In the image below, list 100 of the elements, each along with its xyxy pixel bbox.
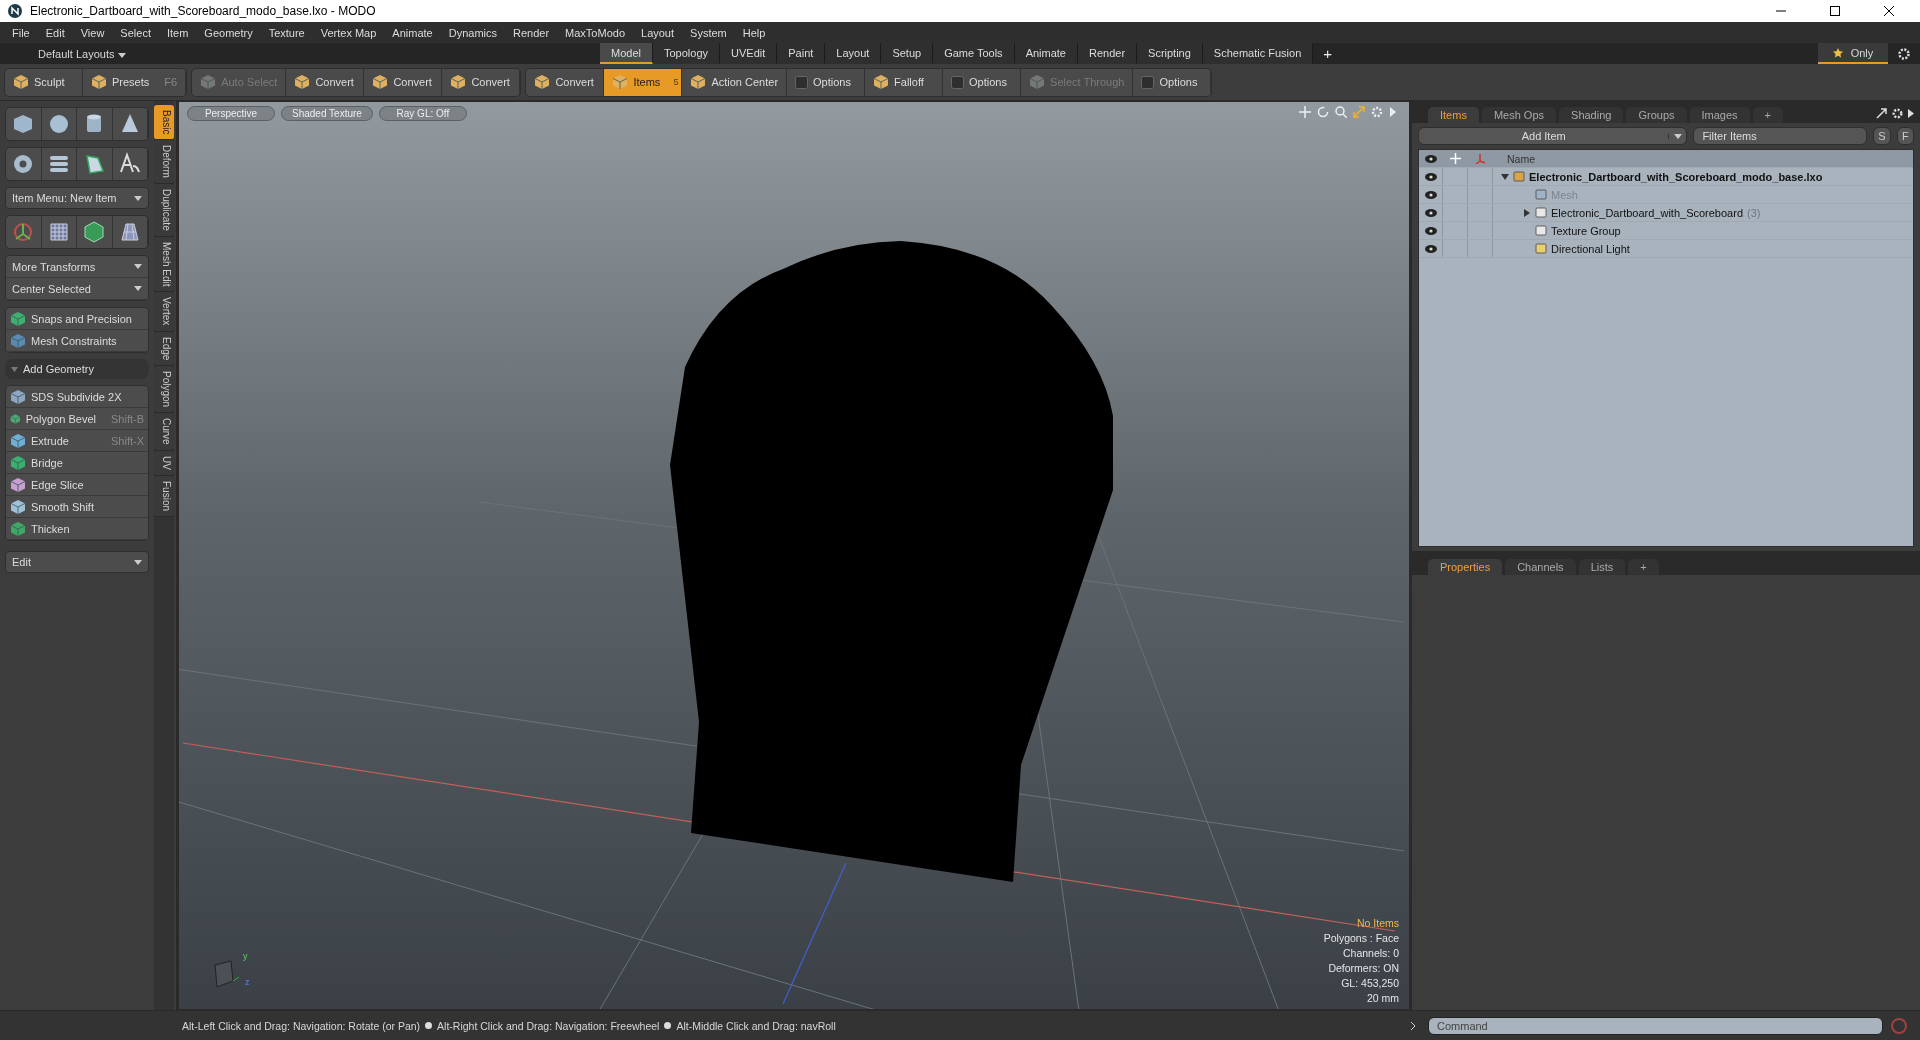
layout-tab[interactable]: Game Tools [933,43,1015,64]
panel-tab[interactable]: Lists [1578,559,1626,575]
layout-tab[interactable]: Model [600,43,653,64]
panel-tab[interactable]: Channels [1505,559,1576,575]
menu-item[interactable]: View [72,26,113,39]
tool-button[interactable]: Polygon Bevel Shift-B [6,408,148,430]
layout-tab[interactable]: Animate [1014,43,1078,64]
menu-item[interactable]: File [4,26,38,39]
layout-tab[interactable]: UVEdit [720,43,778,64]
menu-item[interactable]: Texture [260,26,313,39]
item-menu-dropdown[interactable]: Item Menu: New Item [5,187,149,209]
add-item-dropdown[interactable]: Add Item [1418,127,1688,145]
panel-tab[interactable]: Items [1428,107,1479,123]
eye-icon[interactable] [1424,226,1437,235]
eye-icon[interactable] [1424,172,1437,181]
tree-row[interactable]: Electronic_Dartboard_with_Scoreboard_modo_base.lxo [1419,168,1913,186]
panel-tab[interactable]: Shading [1559,107,1624,123]
toolbar-button[interactable]: Convert [364,68,443,96]
menu-item[interactable]: Render [505,26,558,39]
close-icon[interactable] [1884,6,1894,16]
layout-tab[interactable]: Scripting [1137,43,1203,64]
toolbar-button[interactable]: Convert [442,68,521,96]
expand-icon[interactable] [1876,108,1887,119]
add-tab-button[interactable]: + [1752,107,1783,123]
toolbar-button[interactable]: Options [787,68,866,96]
toolbar-button[interactable]: Options [943,68,1022,96]
menu-item[interactable]: Layout [633,26,683,39]
tree-row[interactable]: Directional Light [1419,240,1913,258]
settings-icon[interactable] [1892,108,1903,119]
filter-toggle-button[interactable]: S [1873,127,1891,145]
side-tab[interactable]: Vertex [154,292,174,332]
transform-dropdown[interactable]: Center Selected [6,278,148,300]
tool-button[interactable]: Snaps and Precision [6,308,148,330]
layout-tab[interactable]: Topology [652,43,720,64]
menu-item[interactable]: Help [734,26,774,39]
side-tab[interactable]: UV [154,450,174,476]
menu-item[interactable]: Edit [37,26,73,39]
checker-cube-icon[interactable] [82,220,107,244]
menu-item[interactable]: Select [112,26,159,39]
transform-dropdown[interactable]: More Transforms [6,256,148,278]
command-field[interactable]: Command [1428,1016,1883,1035]
settings-icon[interactable] [1898,47,1910,60]
tool-button[interactable]: Smooth Shift [6,496,148,518]
panel-tab[interactable]: Mesh Ops [1481,107,1557,123]
maximize-icon[interactable] [1830,6,1840,16]
menu-item[interactable]: Item [158,26,197,39]
collapsed-triangle-icon[interactable] [1523,208,1531,217]
eye-icon[interactable] [1424,208,1437,217]
side-tab[interactable]: Duplicate [154,184,174,237]
tree-row[interactable]: Electronic_Dartboard_with_Scoreboard (3) [1419,204,1913,222]
cube-icon [200,74,217,90]
side-tab[interactable]: Curve [154,413,174,451]
tool-button[interactable]: Edge Slice [6,474,148,496]
toolbar-button[interactable]: Action Center [682,68,788,96]
menu-item[interactable]: Vertex Map [312,26,385,39]
layout-tab[interactable]: Layout [825,43,882,64]
menu-item[interactable]: Geometry [196,26,261,39]
panel-tab[interactable]: Properties [1428,559,1503,575]
add-tab-button[interactable]: + [1628,559,1659,575]
menu-item[interactable]: MaxToModo [557,26,633,39]
side-tab[interactable]: Mesh Edit [154,236,174,293]
panel-tab[interactable]: Images [1689,107,1750,123]
layout-tab[interactable]: Render [1078,43,1138,64]
add-tab-button[interactable]: + [1313,45,1343,62]
edit-dropdown[interactable]: Edit [5,551,149,573]
layout-tab[interactable]: Setup [881,43,934,64]
layout-tab[interactable]: Paint [777,43,826,64]
filter-field[interactable]: Filter Items [1693,127,1868,145]
toolbar-button[interactable]: Presets F6 [83,68,187,96]
side-tab[interactable]: Edge [154,331,174,367]
side-tab[interactable]: Basic [154,105,174,141]
expand-triangle-icon[interactable] [1501,172,1509,181]
eye-icon[interactable] [1424,154,1437,163]
panel-tab[interactable]: Groups [1626,107,1687,123]
toolbar-button[interactable]: Falloff [865,68,944,96]
toolbar-button[interactable]: Convert [286,68,365,96]
viewport-button[interactable]: Shaded Texture [281,106,373,121]
section-header[interactable]: Add Geometry [5,359,149,379]
menu-item[interactable]: Dynamics [440,26,505,39]
menu-item[interactable]: System [682,26,735,39]
tool-button[interactable]: Mesh Constraints [6,330,148,352]
eye-icon[interactable] [1424,190,1437,199]
filter-toggle-button[interactable]: F [1896,127,1914,145]
arrow-right-icon[interactable] [1908,108,1914,119]
tool-button[interactable]: Extrude Shift-X [6,430,148,452]
layout-tab[interactable]: Schematic Fusion [1202,43,1314,64]
side-tab[interactable]: Polygon [154,366,174,414]
tool-button[interactable]: SDS Subdivide 2X [6,386,148,408]
side-tab[interactable]: Fusion [154,475,174,517]
eye-icon[interactable] [1424,244,1437,253]
side-tab[interactable]: Deform [154,140,174,185]
only-button[interactable]: Only [1818,43,1888,64]
layout-dropdown[interactable]: Default Layouts [38,47,126,60]
tool-button[interactable]: Thicken [6,518,148,540]
tree-row[interactable]: Texture Group [1419,222,1913,240]
menu-item[interactable]: Animate [384,26,441,39]
toolbar-button[interactable]: Sculpt [5,68,83,96]
tool-button[interactable]: Bridge [6,452,148,474]
toolbar-button[interactable]: Items 5 [604,68,683,96]
toolbar-button[interactable]: Options [1133,68,1212,96]
